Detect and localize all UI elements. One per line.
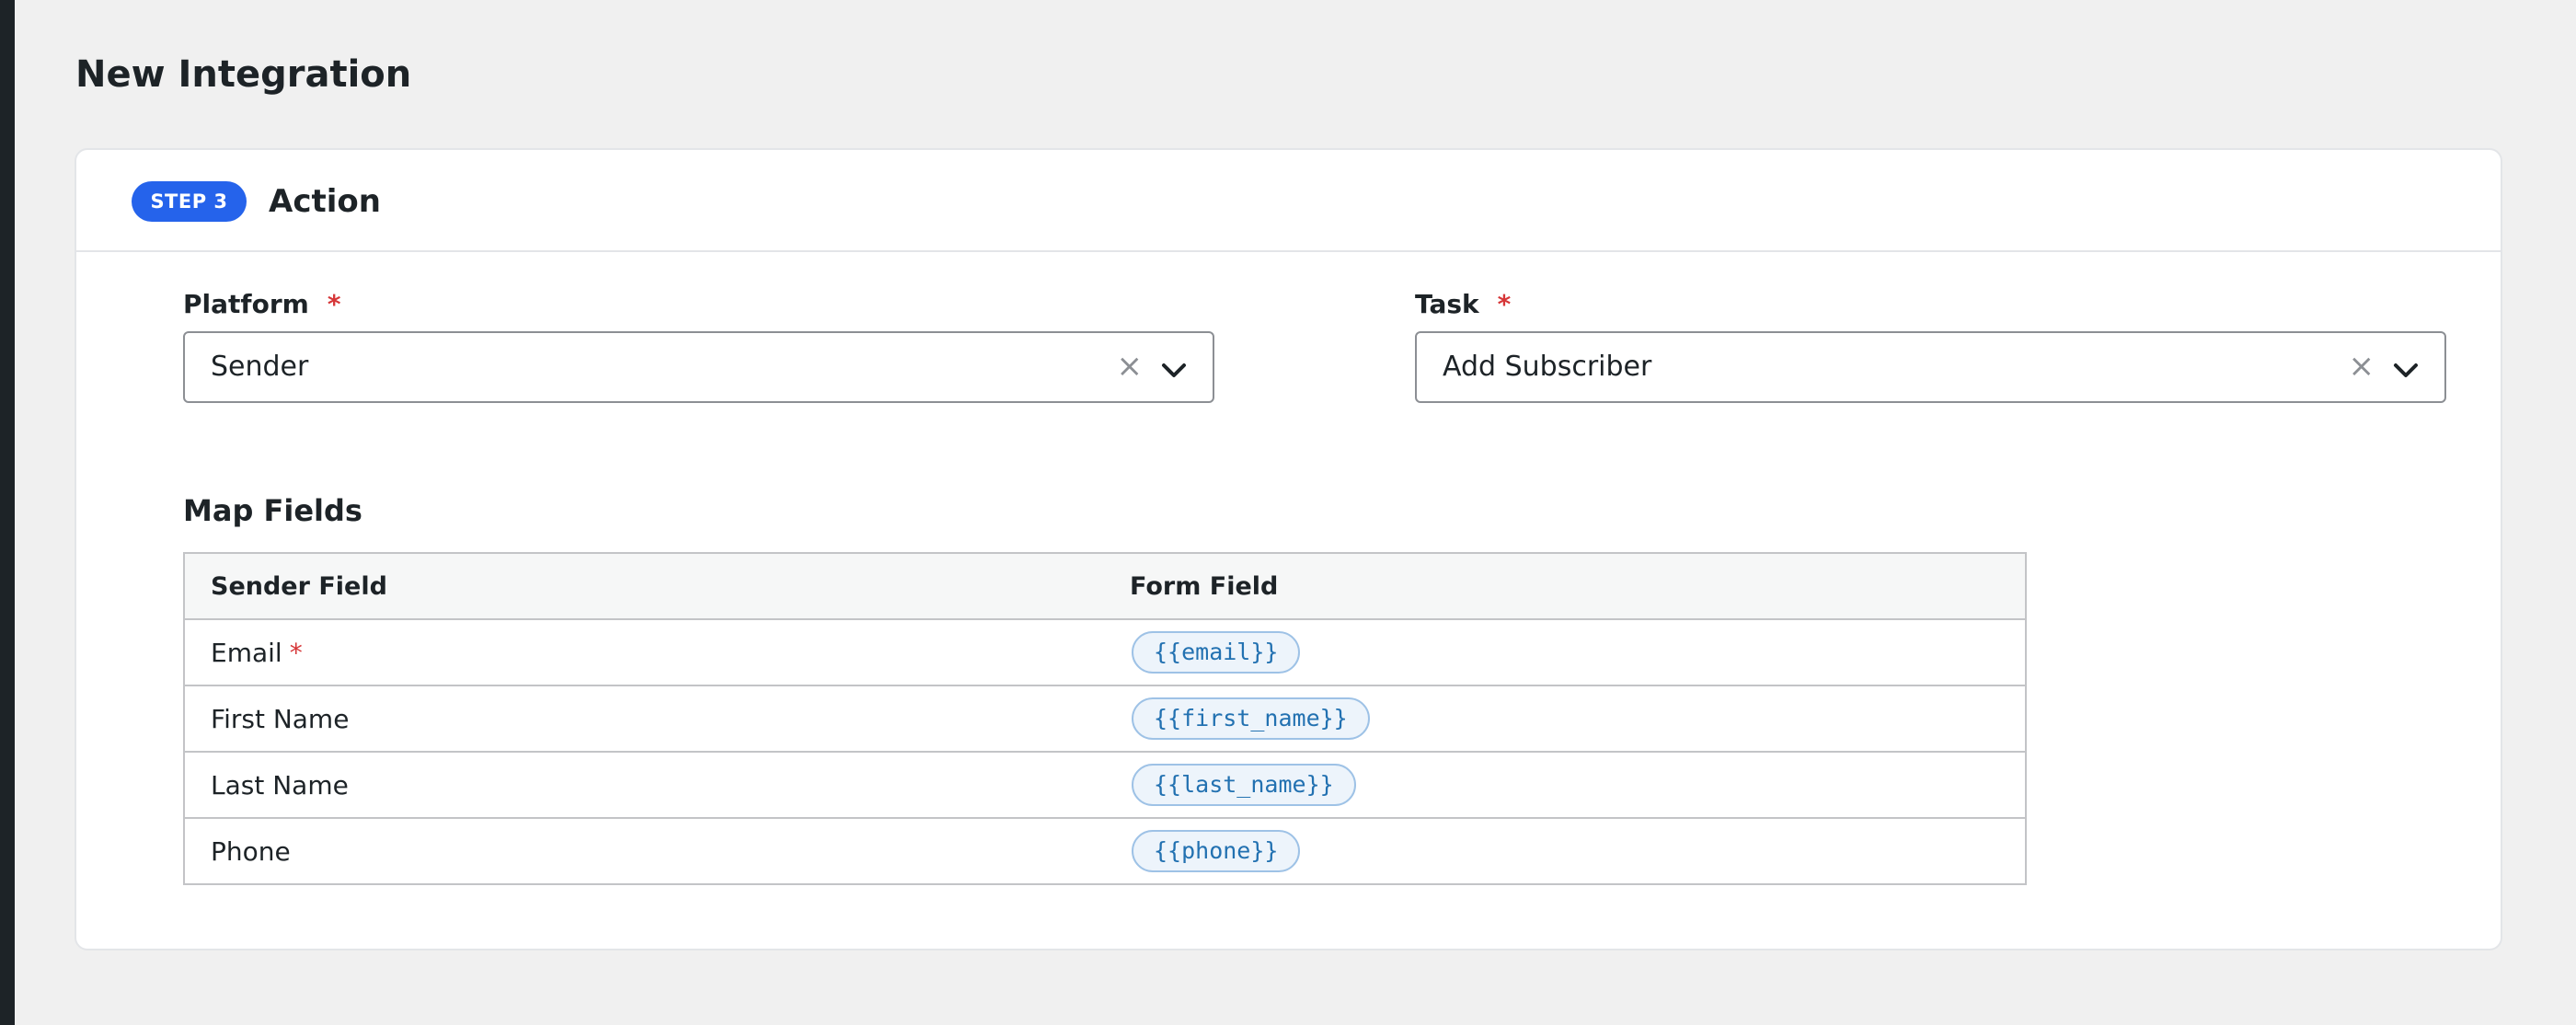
step-title: Action: [269, 183, 381, 220]
platform-label: Platform *: [183, 289, 340, 320]
task-label: Task *: [1415, 289, 1511, 320]
form-field-cell: {{last_name}}: [1104, 751, 2026, 818]
map-fields-table: Sender Field Form Field Email * {{email}}…: [183, 552, 2027, 885]
form-field-cell: {{phone}}: [1104, 817, 2026, 884]
form-field-token[interactable]: {{email}}: [1132, 631, 1301, 674]
table-row: Last Name {{last_name}}: [184, 751, 2026, 818]
table-row: First Name {{first_name}}: [184, 685, 2026, 752]
platform-select[interactable]: Sender ×: [183, 331, 1214, 403]
page-title: New Integration: [75, 53, 412, 96]
form-field-header: Form Field: [1104, 553, 2026, 620]
admin-sidebar-edge: [0, 0, 15, 1025]
form-field-token[interactable]: {{phone}}: [1132, 830, 1301, 872]
step-badge: STEP 3: [132, 181, 247, 222]
platform-select-value: Sender: [211, 351, 309, 383]
task-clear-icon[interactable]: ×: [2349, 333, 2375, 399]
task-select-value: Add Subscriber: [1443, 351, 1652, 383]
platform-chevron-down-icon[interactable]: [1159, 355, 1189, 385]
step-header: STEP 3 Action: [76, 150, 2501, 252]
table-header-row: Sender Field Form Field: [184, 553, 2026, 620]
sender-field-cell: Phone: [184, 817, 1104, 884]
sender-field-name: Phone: [211, 835, 291, 867]
sender-field-name: Last Name: [211, 769, 349, 800]
task-select[interactable]: Add Subscriber ×: [1415, 331, 2446, 403]
required-marker: *: [1497, 289, 1512, 319]
sender-field-cell: Email *: [184, 618, 1104, 685]
task-label-text: Task: [1415, 289, 1479, 319]
required-marker: *: [327, 289, 341, 319]
sender-field-header: Sender Field: [184, 553, 1104, 620]
sender-field-name: First Name: [211, 703, 350, 734]
sender-field-cell: First Name: [184, 685, 1104, 752]
form-field-cell: {{email}}: [1104, 618, 2026, 685]
table-row: Email * {{email}}: [184, 618, 2026, 685]
sender-field-cell: Last Name: [184, 751, 1104, 818]
form-field-cell: {{first_name}}: [1104, 685, 2026, 752]
form-field-token[interactable]: {{last_name}}: [1132, 764, 1356, 806]
map-fields-title: Map Fields: [183, 493, 362, 528]
form-field-token[interactable]: {{first_name}}: [1132, 697, 1370, 740]
required-marker: *: [289, 637, 303, 668]
sender-field-name: Email: [211, 637, 282, 668]
task-chevron-down-icon[interactable]: [2391, 355, 2421, 385]
platform-label-text: Platform: [183, 289, 309, 319]
platform-clear-icon[interactable]: ×: [1117, 333, 1144, 399]
table-row: Phone {{phone}}: [184, 817, 2026, 884]
